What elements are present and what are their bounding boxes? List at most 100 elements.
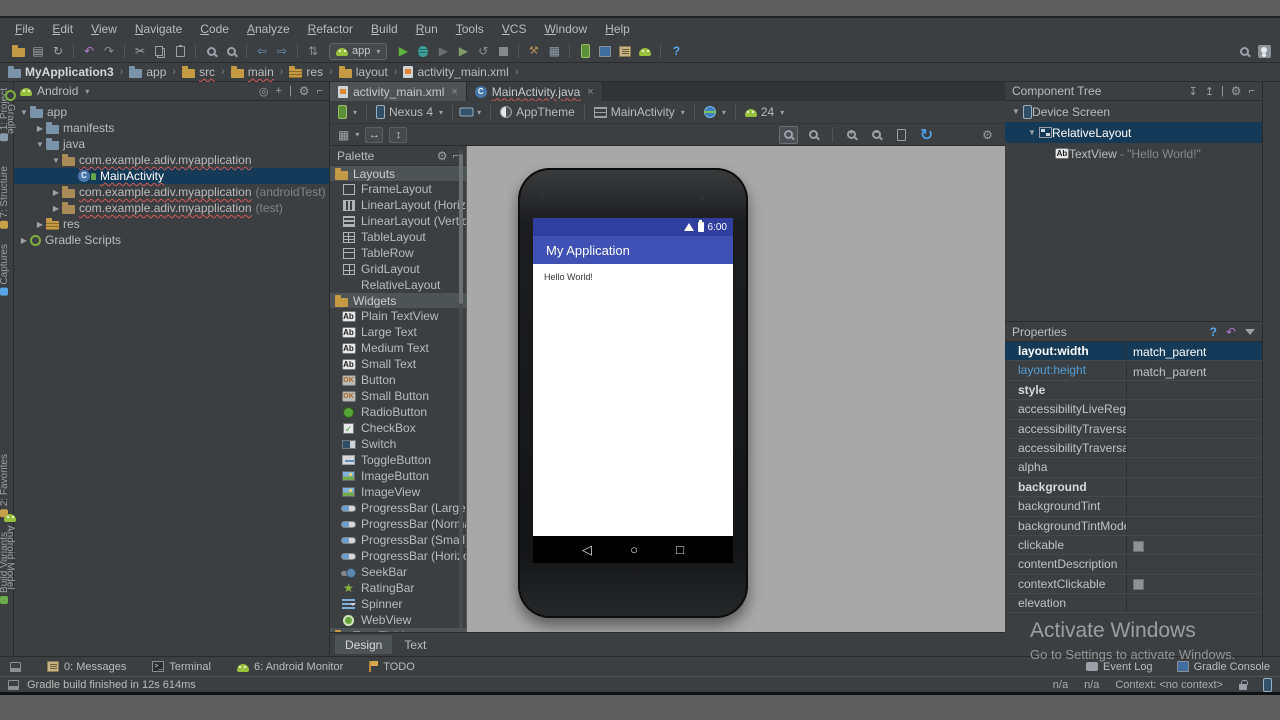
property-value[interactable] [1127, 594, 1262, 612]
property-row-contextclickable[interactable]: contextClickable [1005, 575, 1262, 594]
palette-item-small-text[interactable]: Small Text [330, 356, 466, 372]
palette-item-plain-textview[interactable]: Plain TextView [330, 308, 466, 324]
restart-icon[interactable]: ↺ [473, 42, 493, 60]
activity-selector[interactable]: MainActivity ▾ [594, 105, 685, 119]
zoom-actual-button[interactable] [804, 126, 823, 144]
palette-item-seekbar[interactable]: SeekBar [330, 564, 466, 580]
palette-section-layouts[interactable]: Layouts [330, 166, 466, 181]
palette-item-imagebutton[interactable]: ImageButton [330, 468, 466, 484]
menu-refactor[interactable]: Refactor [299, 20, 362, 38]
property-value[interactable]: match_parent [1127, 361, 1262, 379]
palette-item-button[interactable]: Button [330, 372, 466, 388]
sync-icon[interactable]: ↻ [48, 42, 68, 60]
palette-item-webview[interactable]: WebView [330, 612, 466, 628]
variant-button[interactable]: ▦▾ [338, 128, 359, 142]
property-row-style[interactable]: style [1005, 381, 1262, 400]
render-target-button[interactable]: ▾ [338, 105, 357, 119]
collapse-all-icon[interactable]: ↥ [1205, 85, 1214, 98]
palette-item-togglebutton[interactable]: ToggleButton [330, 452, 466, 468]
forward-icon[interactable]: ⇨ [272, 42, 292, 60]
property-row-accessibilitytraversalbefore[interactable]: accessibilityTraversalBefore [1005, 439, 1262, 458]
breadcrumb-item-layout[interactable]: layout [337, 65, 390, 79]
property-value[interactable]: match_parent [1127, 342, 1262, 360]
expand-all-icon[interactable]: ↧ [1189, 85, 1198, 98]
designer-tab-text[interactable]: Text [394, 635, 436, 654]
search-everywhere-button[interactable] [1234, 42, 1254, 60]
zoom-out-button[interactable] [867, 126, 886, 144]
chevron-down-icon[interactable]: ▼ [1009, 107, 1023, 116]
palette-item-progressbar-horizontal[interactable]: ProgressBar (Horizontal) [330, 548, 466, 564]
menu-file[interactable]: File [6, 20, 43, 38]
designer-settings-button[interactable] [978, 126, 997, 144]
palette-item-imageview[interactable]: ImageView [330, 484, 466, 500]
locate-icon[interactable]: ◎ [259, 85, 269, 98]
close-icon[interactable]: × [451, 86, 457, 98]
close-icon[interactable]: × [587, 86, 593, 98]
copy-icon[interactable] [150, 42, 170, 60]
paste-icon[interactable] [170, 42, 190, 60]
property-value[interactable] [1127, 439, 1262, 457]
palette-item-small-button[interactable]: Small Button [330, 388, 466, 404]
project-tree-item-res[interactable]: ▶res [14, 216, 329, 232]
property-value[interactable] [1127, 555, 1262, 573]
project-tree-item-java[interactable]: ▼java [14, 136, 329, 152]
undo-icon[interactable]: ↶ [79, 42, 99, 60]
tool-stripe-captures[interactable]: Captures [0, 244, 10, 296]
reset-icon[interactable]: ↶ [1226, 325, 1236, 339]
back-icon[interactable]: ⇦ [252, 42, 272, 60]
project-tree-item-manifests[interactable]: ▶manifests [14, 120, 329, 136]
tool-stripe-7-structure[interactable]: 7: Structure [0, 166, 10, 229]
device-selector[interactable]: Nexus 4 ▾ [376, 105, 443, 119]
gear-icon[interactable] [299, 84, 310, 98]
property-value[interactable] [1127, 420, 1262, 438]
project-tree-item-com-example-adiv-myapplication[interactable]: ▼com.example.adiv.myapplication [14, 152, 329, 168]
checkbox[interactable] [1133, 579, 1144, 590]
designer-tab-design[interactable]: Design [335, 635, 392, 654]
property-row-clickable[interactable]: clickable [1005, 536, 1262, 555]
save-icon[interactable]: ▤ [28, 42, 48, 60]
gear-icon[interactable] [437, 149, 448, 163]
palette-item-relativelayout[interactable]: RelativeLayout [330, 277, 466, 293]
property-value[interactable] [1127, 517, 1262, 535]
tool-stripe-2-favorites[interactable]: 2: Favorites [0, 454, 10, 517]
device-screen-preview[interactable]: 6:00 My Application Hello World! ◁ ○ □ [533, 218, 733, 563]
palette-item-linearlayout-vertical[interactable]: LinearLayout (Vertical) [330, 213, 466, 229]
tool-stripe-gradle[interactable]: Gradle [5, 90, 16, 134]
refresh-button[interactable]: ↻ [917, 126, 936, 144]
project-view-selector[interactable]: Android [37, 84, 78, 98]
coverage-icon[interactable]: ▶ [433, 42, 453, 60]
property-value[interactable] [1127, 478, 1262, 496]
find-icon[interactable] [201, 42, 221, 60]
palette-item-framelayout[interactable]: FrameLayout [330, 181, 466, 197]
chevron-down-icon[interactable]: ▼ [18, 108, 30, 117]
menu-window[interactable]: Window [535, 20, 596, 38]
help-icon[interactable]: ? [666, 42, 686, 60]
breadcrumb-item-src[interactable]: src [180, 65, 217, 79]
translation-icon[interactable]: ▦ [544, 42, 564, 60]
gear-icon[interactable] [1231, 84, 1242, 98]
palette-item-tablelayout[interactable]: TableLayout [330, 229, 466, 245]
run-configuration-selector[interactable]: app▾ [329, 43, 387, 60]
project-tree-item-com-example-adiv-myapplication-test[interactable]: ▶com.example.adiv.myapplication(test) [14, 200, 329, 216]
orientation-selector[interactable]: ▾ [462, 105, 481, 119]
replace-icon[interactable] [221, 42, 241, 60]
property-row-accessibilityliveregion[interactable]: accessibilityLiveRegion [1005, 400, 1262, 419]
project-tree-item-app[interactable]: ▼app [14, 104, 329, 120]
locale-selector[interactable]: ▾ [704, 106, 726, 118]
lock-icon[interactable] [1239, 684, 1247, 690]
palette-scrollbar-thumb[interactable] [459, 154, 463, 304]
updown-icon[interactable]: ⇅ [303, 42, 323, 60]
cut-icon[interactable]: ✂ [130, 42, 150, 60]
property-value[interactable] [1127, 575, 1262, 593]
design-canvas[interactable]: 6:00 My Application Hello World! ◁ ○ □ [467, 146, 1005, 632]
menu-edit[interactable]: Edit [43, 20, 82, 38]
menu-build[interactable]: Build [362, 20, 407, 38]
attach-wrench-icon[interactable] [524, 42, 544, 60]
theme-selector[interactable]: AppTheme [500, 105, 575, 119]
toolwindow-6-android-monitor[interactable]: 6: Android Monitor [237, 661, 343, 673]
menu-help[interactable]: Help [596, 20, 639, 38]
preview-hello-world-text[interactable]: Hello World! [544, 272, 593, 282]
filter-icon[interactable] [1245, 329, 1255, 335]
chevron-right-icon[interactable]: ▶ [50, 204, 62, 213]
project-tree-item-mainactivity[interactable]: MainActivity [14, 168, 329, 184]
